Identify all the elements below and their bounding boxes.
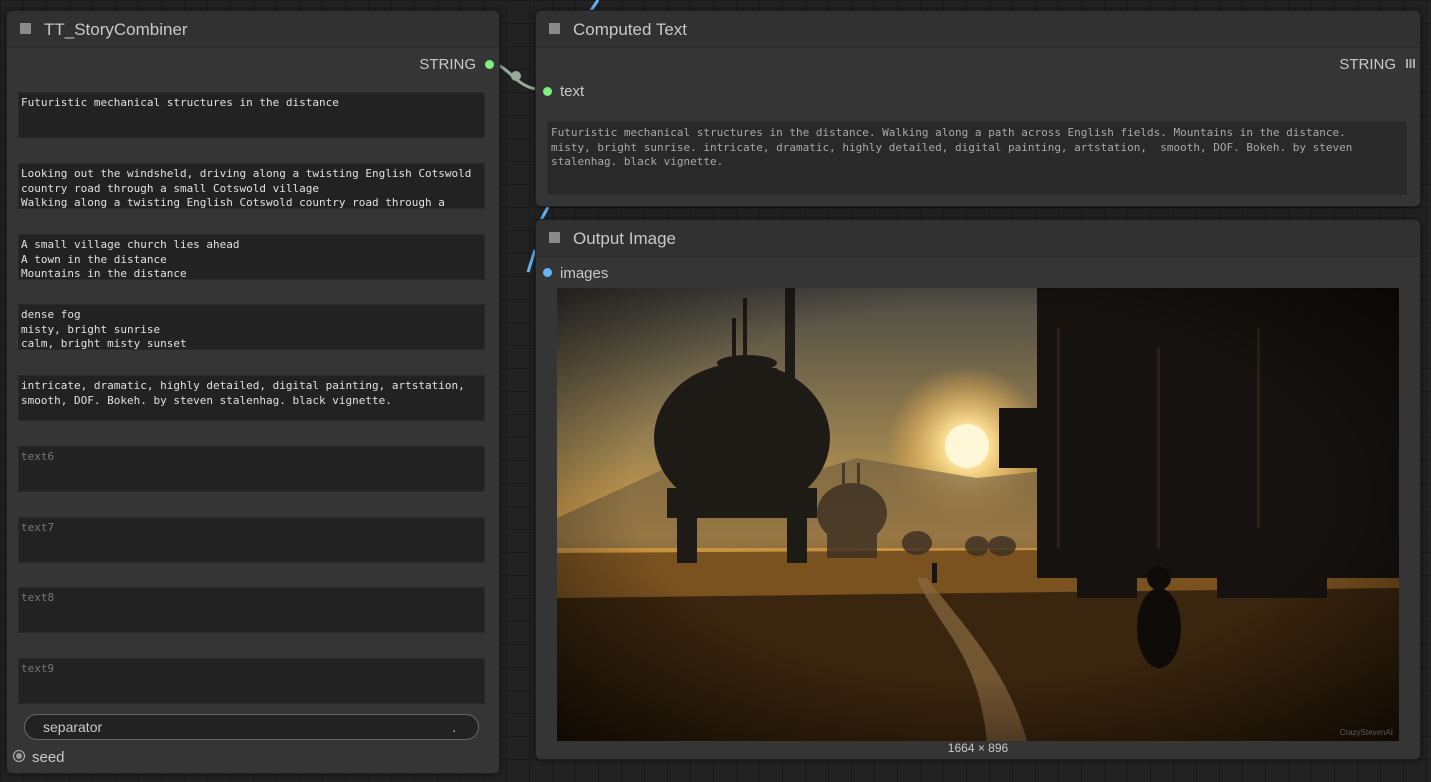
computed-text-node[interactable]: Computed Text STRING text Futuristic mec… <box>535 10 1421 207</box>
output-image-preview[interactable]: CrazyStevenAI <box>557 288 1399 741</box>
output-slot-label: STRING <box>1339 56 1396 73</box>
separator-value: . <box>452 719 456 735</box>
story-text-field-6[interactable]: text6 <box>18 446 485 492</box>
story-text-field-3[interactable]: A small village church lies ahead A town… <box>18 234 485 280</box>
node-title: Output Image <box>573 229 677 248</box>
output-slot-label: STRING <box>419 56 476 73</box>
image-dimensions: 1664 × 896 <box>947 741 1009 755</box>
story-text-field-2[interactable]: Looking out the windsheld, driving along… <box>18 163 485 209</box>
seed-input-slot[interactable] <box>13 750 25 762</box>
image-watermark: CrazyStevenAI <box>1340 728 1393 737</box>
seed-label: seed <box>32 749 65 766</box>
separator-widget[interactable]: separator . <box>24 714 479 740</box>
story-text-field-9[interactable]: text9 <box>18 658 485 704</box>
node-title-bar[interactable]: TT_StoryCombiner <box>7 11 499 48</box>
story-text-field-1[interactable]: Futuristic mechanical structures in the … <box>18 92 485 138</box>
image-link-wire-bottom <box>526 249 537 273</box>
node-title-bar[interactable]: Computed Text <box>536 11 1420 48</box>
collapse-toggle[interactable] <box>20 23 31 34</box>
images-input-label: images <box>560 265 609 282</box>
story-text-field-7[interactable]: text7 <box>18 517 485 563</box>
images-input-dot[interactable] <box>543 268 552 277</box>
text-input-label: text <box>560 83 585 100</box>
story-text-field-4[interactable]: dense fog misty, bright sunrise calm, br… <box>18 304 485 350</box>
separator-label: separator <box>43 719 103 735</box>
node-title: Computed Text <box>573 20 688 39</box>
node-title: TT_StoryCombiner <box>44 20 188 39</box>
grid-output-icon[interactable] <box>1406 59 1415 68</box>
output-slot-dot[interactable] <box>485 60 494 69</box>
collapse-toggle[interactable] <box>549 232 560 243</box>
input-slot-dot[interactable] <box>543 87 552 96</box>
collapse-toggle[interactable] <box>549 23 560 34</box>
node-title-bar[interactable]: Output Image <box>536 220 1420 257</box>
generated-image: CrazyStevenAI <box>557 288 1399 741</box>
story-text-field-8[interactable]: text8 <box>18 587 485 633</box>
link-midpoint-handle <box>511 71 521 81</box>
story-combiner-node[interactable]: TT_StoryCombiner STRING Futuristic mecha… <box>6 10 500 774</box>
computed-text-display: Futuristic mechanical structures in the … <box>547 121 1407 195</box>
story-text-field-5[interactable]: intricate, dramatic, highly detailed, di… <box>18 375 485 421</box>
output-image-node[interactable]: Output Image images CrazyStevenAI 1664 ×… <box>535 219 1421 760</box>
